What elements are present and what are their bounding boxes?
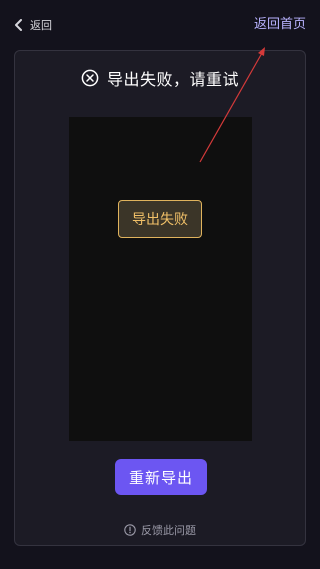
failure-status: 导出失败，请重试	[15, 67, 305, 89]
back-button[interactable]: 返回	[14, 16, 52, 34]
failure-message: 导出失败，请重试	[106, 70, 239, 89]
video-preview: 导出失败	[69, 117, 252, 441]
chevron-left-icon	[15, 19, 22, 31]
feedback-label: 反馈此问题	[141, 524, 196, 537]
feedback-link[interactable]: 反馈此问题	[15, 521, 305, 539]
info-circle-icon	[124, 524, 136, 536]
back-label: 返回	[30, 19, 52, 32]
circle-x-icon	[81, 69, 99, 87]
top-bar: 返回 返回首页	[0, 0, 320, 50]
export-result-card: 导出失败，请重试 导出失败 重新导出 反馈此问题	[14, 50, 306, 546]
export-failed-badge: 导出失败	[118, 200, 202, 238]
return-home-link[interactable]: 返回首页	[254, 16, 306, 34]
re-export-button[interactable]: 重新导出	[115, 459, 207, 495]
export-failed-screen: 返回 返回首页 导出失败，请重试 导出失败 重新导出 反馈此问题	[0, 0, 320, 569]
